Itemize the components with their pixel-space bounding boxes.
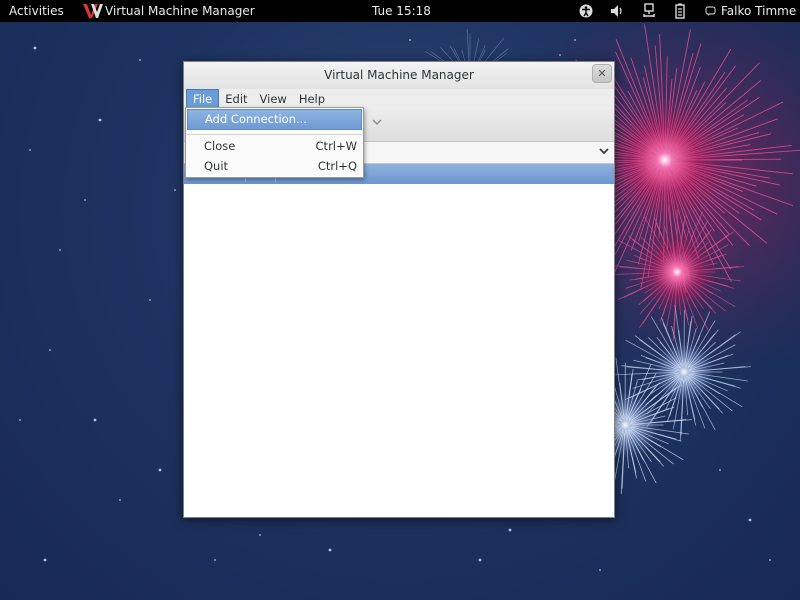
star	[59, 249, 61, 251]
menubar: File Edit View Help	[184, 89, 614, 109]
menu-item-label: Close	[204, 139, 236, 153]
battery-icon[interactable]	[673, 3, 687, 19]
activities-button[interactable]: Activities	[9, 3, 64, 19]
menu-item-accelerator: Ctrl+Q	[317, 159, 357, 173]
star	[214, 559, 216, 561]
star	[769, 559, 771, 561]
menu-view[interactable]: View	[254, 89, 293, 109]
clock[interactable]: Tue 15:18	[372, 3, 431, 19]
user-name: Falko Timme	[721, 4, 797, 18]
star	[49, 349, 51, 351]
star	[174, 189, 176, 191]
vm-list[interactable]	[184, 184, 614, 517]
star	[84, 199, 86, 201]
star	[328, 548, 332, 552]
star	[559, 54, 561, 56]
toolbar-dropdown-chevron-icon[interactable]	[372, 118, 382, 129]
star	[748, 518, 752, 522]
star	[93, 418, 97, 422]
star	[43, 558, 47, 562]
star	[508, 528, 512, 532]
menu-edit[interactable]: Edit	[219, 89, 253, 109]
star	[719, 469, 721, 471]
app-menu-label: Virtual Machine Manager	[105, 4, 255, 18]
volume-icon[interactable]	[610, 3, 624, 19]
user-menu[interactable]: Falko Timme	[705, 3, 796, 19]
close-icon: ✕	[597, 67, 607, 80]
chat-status-icon	[705, 6, 716, 16]
star	[149, 299, 151, 301]
window-title: Virtual Machine Manager	[324, 68, 474, 82]
virt-manager-logo-icon	[83, 3, 103, 19]
star	[158, 468, 162, 472]
menu-file[interactable]: File	[186, 89, 220, 109]
menu-item-add-connection[interactable]: Add Connection...	[187, 109, 362, 130]
star	[409, 39, 411, 41]
star	[98, 118, 102, 122]
top-panel: Activities Virtual Machine Manager Tue 1…	[0, 0, 800, 22]
star	[119, 499, 121, 501]
menu-item-accelerator: Ctrl+W	[315, 139, 357, 153]
accessibility-icon[interactable]	[579, 3, 593, 19]
file-menu-dropdown: Add Connection... Close Ctrl+W Quit Ctrl…	[185, 107, 364, 178]
chevron-down-icon[interactable]	[598, 144, 610, 161]
menu-item-label: Add Connection...	[205, 112, 307, 126]
window-titlebar[interactable]: Virtual Machine Manager ✕	[184, 62, 614, 89]
star	[259, 534, 261, 536]
star	[574, 39, 576, 41]
star	[139, 59, 141, 61]
app-menu[interactable]: Virtual Machine Manager	[83, 3, 255, 19]
star	[478, 558, 482, 562]
menu-separator	[187, 134, 362, 135]
star	[33, 46, 37, 50]
star	[19, 419, 21, 421]
menu-item-label: Quit	[204, 159, 229, 173]
menu-item-quit[interactable]: Quit Ctrl+Q	[187, 156, 362, 177]
close-window-button[interactable]: ✕	[592, 64, 612, 83]
network-icon[interactable]	[642, 3, 656, 19]
menu-help[interactable]: Help	[293, 89, 331, 109]
menu-item-close[interactable]: Close Ctrl+W	[187, 136, 362, 157]
star	[599, 569, 601, 571]
star	[29, 149, 31, 151]
